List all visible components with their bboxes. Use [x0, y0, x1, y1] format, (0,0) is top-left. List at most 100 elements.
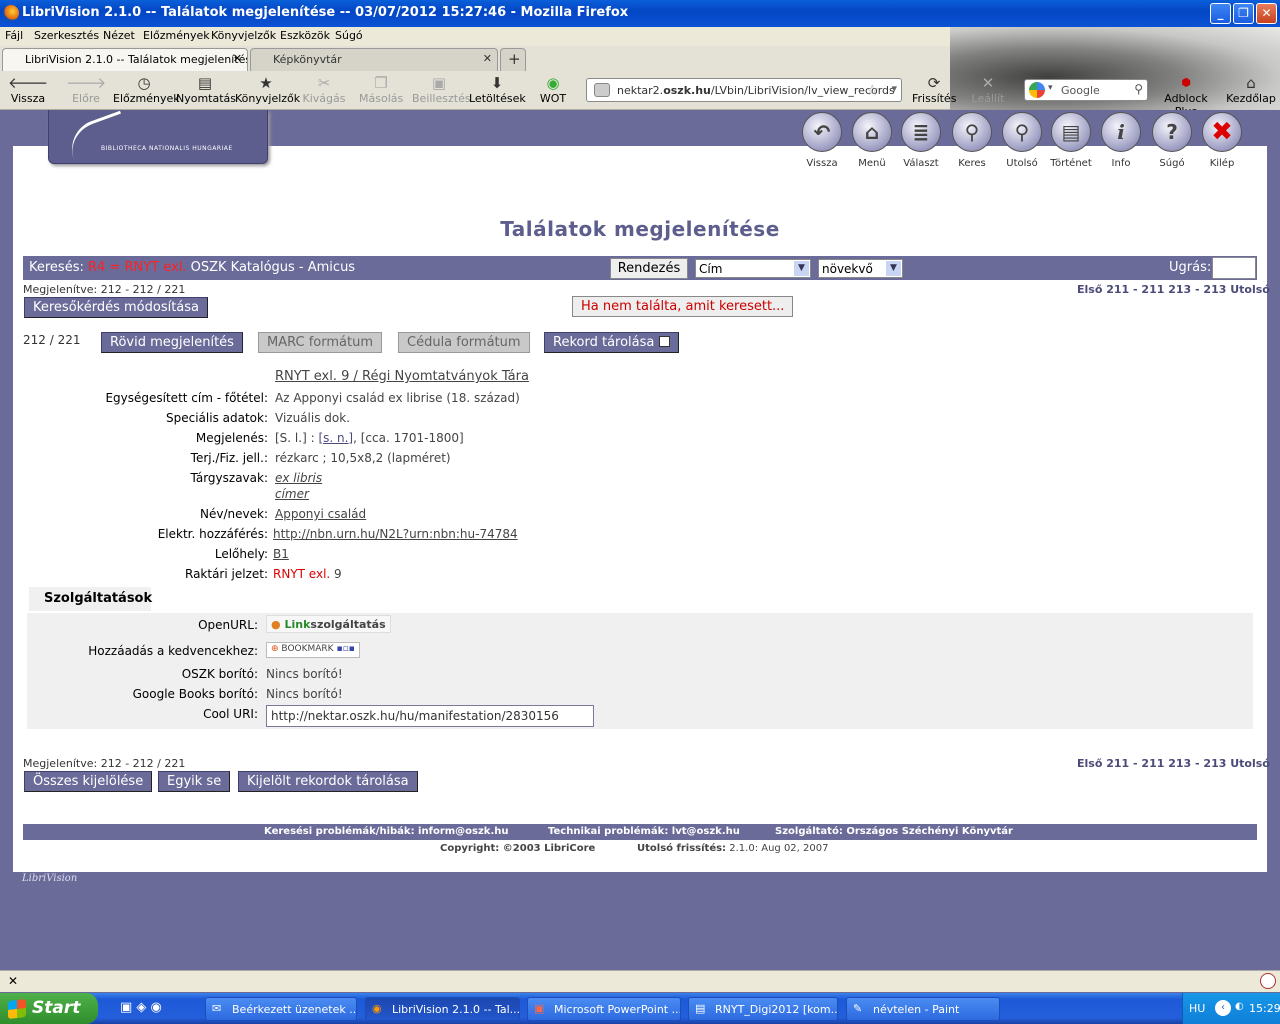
bookmarks-button[interactable]: ★ Könyvjelzők [235, 74, 300, 105]
nav-info-button[interactable]: i Info [1099, 112, 1143, 169]
nav-last-button[interactable]: ⚲ Utolsó [1000, 112, 1044, 169]
pager-last-link[interactable]: Utolsó [1230, 757, 1270, 770]
task-firefox[interactable]: ◉ LibriVision 2.1.0 -- Tal... [365, 997, 520, 1021]
openurl-link-button[interactable]: ● Linkszolgáltatás [266, 615, 391, 633]
card-format-button[interactable]: Cédula formátum [398, 332, 530, 353]
print-button[interactable]: ▤ Nyomtatás [176, 74, 236, 105]
services-heading: Szolgáltatások [29, 587, 152, 611]
forward-button[interactable]: 🡒 Előre [66, 74, 106, 105]
nav-select-button[interactable]: ≣ Választ [899, 112, 943, 169]
footer-tech-problems[interactable]: Technikai problémák: lvt@oszk.hu [548, 826, 740, 837]
nav-help-button[interactable]: ? Súgó [1150, 112, 1194, 169]
menu-tools[interactable]: Eszközök [280, 29, 330, 42]
modify-query-button[interactable]: Keresőkérdés módosítása [24, 297, 209, 318]
name-link[interactable]: Apponyi család [275, 507, 366, 521]
nav-menu-button[interactable]: ⌂ Menü [850, 112, 894, 169]
jump-input[interactable] [1212, 257, 1256, 279]
pager-prev-link[interactable]: 211 - 211 [1106, 757, 1164, 770]
new-tab-button[interactable]: + [500, 48, 526, 71]
short-display-button[interactable]: Rövid megjelenítés [101, 332, 243, 353]
nav-history-button[interactable]: ▤ Történet [1049, 112, 1093, 169]
nav-exit-button[interactable]: ✖ Kilép [1200, 112, 1244, 169]
nav-back-button[interactable]: ↶ Vissza [800, 112, 844, 169]
url-bar[interactable]: nektar2.oszk.hu/LVbin/LibriVision/lv_vie… [586, 78, 902, 102]
search-engine-dropdown-icon[interactable]: ▾ [1048, 83, 1053, 93]
footer-search-problems[interactable]: Keresési problémák/hibák: inform@oszk.hu [264, 826, 509, 837]
tab-librivision[interactable]: LibriVision 2.1.0 -- Találatok megjelení… [2, 48, 248, 71]
start-button[interactable]: Start [0, 993, 98, 1024]
tab-kepkonyvtar[interactable]: Képkönyvtár ✕ [250, 48, 498, 71]
call-number: RNYT exl. 9 [273, 567, 342, 581]
quicklaunch-icons[interactable]: ▣ ◈ ◉ [120, 1000, 162, 1015]
paste-icon: ▣ [431, 74, 447, 92]
task-word[interactable]: ▤ RNYT_Digi2012 [kom... [688, 997, 838, 1021]
pager-next-link[interactable]: 213 - 213 [1168, 757, 1226, 770]
language-indicator[interactable]: HU [1189, 1002, 1205, 1015]
close-addon-bar-icon[interactable]: ✕ [8, 974, 18, 988]
menu-history[interactable]: Előzmények [143, 29, 210, 42]
footer-copyright: Copyright: ©2003 LibriCore [440, 843, 596, 854]
history-button[interactable]: ◷ Előzmények [113, 74, 180, 105]
paste-button[interactable]: ▣ Beillesztés [412, 74, 471, 105]
menu-file[interactable]: Fájl [5, 29, 23, 42]
menu-view[interactable]: Nézet [103, 29, 135, 42]
pager-last-link[interactable]: Utolsó [1230, 283, 1270, 296]
tray-chevron-icon[interactable]: ‹ [1215, 1000, 1231, 1016]
wot-button[interactable]: ◉ WOT [538, 74, 568, 105]
subject-link-cimer[interactable]: címer [275, 487, 309, 501]
back-button[interactable]: 🡐 Vissza [8, 74, 48, 105]
powerpoint-icon: ▣ [534, 1002, 545, 1015]
maximize-button[interactable]: ❐ [1233, 3, 1254, 24]
bookmark-button[interactable]: ⊕ BOOKMARK ▪▫▪ [266, 642, 360, 658]
select-none-button[interactable]: Egyik se [158, 771, 231, 792]
url-dropdown-icon[interactable]: ▾ [891, 82, 897, 95]
search-icon[interactable]: ⚲ [1134, 82, 1143, 96]
sort-order-select[interactable]: növekvő ▼ [818, 259, 903, 278]
sort-field-select[interactable]: Cím ▼ [695, 259, 811, 278]
location-link[interactable]: B1 [273, 547, 289, 561]
nav-search-button[interactable]: ⚲ Keres [950, 112, 994, 169]
close-tab-icon[interactable]: ✕ [233, 52, 242, 65]
search-input[interactable]: ▾ Google ⚲ [1024, 79, 1148, 101]
store-selected-button[interactable]: Kijelölt rekordok tárolása [238, 771, 418, 792]
store-record-button[interactable]: Rekord tárolása [544, 332, 679, 353]
cut-button[interactable]: ✂ Kivágás [302, 74, 346, 105]
pager-first-link[interactable]: Első [1077, 757, 1102, 770]
pager-first-link[interactable]: Első [1077, 283, 1102, 296]
publisher-link[interactable]: [s. n.] [318, 431, 353, 445]
stop-icon: ✕ [981, 74, 995, 92]
record-heading-link[interactable]: RNYT exl. 9 / Régi Nyomtatványok Tára [275, 369, 529, 384]
status-addon-icon[interactable] [1260, 973, 1276, 989]
minimize-button[interactable]: _ [1210, 3, 1231, 24]
copy-icon: ❐ [374, 74, 388, 92]
close-tab-icon[interactable]: ✕ [483, 52, 492, 65]
sort-button[interactable]: Rendezés [610, 258, 688, 279]
tray-icons[interactable]: ◐ [1235, 1001, 1244, 1012]
stop-button[interactable]: ✕ Leállít [968, 74, 1008, 105]
home-button[interactable]: ⌂ Kezdőlap [1226, 74, 1276, 105]
home-icon: ⌂ [1246, 74, 1256, 92]
task-paint[interactable]: ✎ névtelen - Paint [846, 997, 1000, 1021]
menu-help[interactable]: Súgó [335, 29, 363, 42]
select-all-button[interactable]: Összes kijelölése [24, 771, 153, 792]
store-record-checkbox[interactable] [658, 336, 670, 347]
not-found-button[interactable]: Ha nem találta, amit keresett... [572, 296, 794, 317]
downloads-button[interactable]: ⬇ Letöltések [469, 74, 526, 105]
electronic-access-link[interactable]: http://nbn.urn.hu/N2L?urn:nbn:hu-74784 [273, 527, 518, 541]
reload-button[interactable]: ⟳ Frissítés [912, 74, 956, 105]
google-books-label: Google Books borító: [132, 687, 258, 701]
social-icons: ▪▫▪ [336, 644, 355, 654]
menu-edit[interactable]: Szerkesztés [34, 29, 99, 42]
cool-uri-input[interactable]: http://nektar.oszk.hu/hu/manifestation/2… [266, 705, 594, 727]
pager-prev-link[interactable]: 211 - 211 [1106, 283, 1164, 296]
marc-format-button[interactable]: MARC formátum [258, 332, 382, 353]
menu-bookmarks[interactable]: Könyvjelzők [211, 29, 276, 42]
site-logo[interactable]: BIBLIOTHECA NATIONALIS HUNGARIAE [48, 110, 268, 164]
task-outlook[interactable]: ✉ Beérkezett üzenetek ... [205, 997, 357, 1021]
bookmark-star-icon[interactable]: ☆ [866, 81, 879, 99]
close-window-button[interactable]: ✕ [1256, 3, 1277, 24]
task-powerpoint[interactable]: ▣ Microsoft PowerPoint ... [527, 997, 681, 1021]
copy-button[interactable]: ❐ Másolás [359, 74, 403, 105]
subject-link-ex-libris[interactable]: ex libris [275, 471, 322, 485]
pager-next-link[interactable]: 213 - 213 [1168, 283, 1226, 296]
